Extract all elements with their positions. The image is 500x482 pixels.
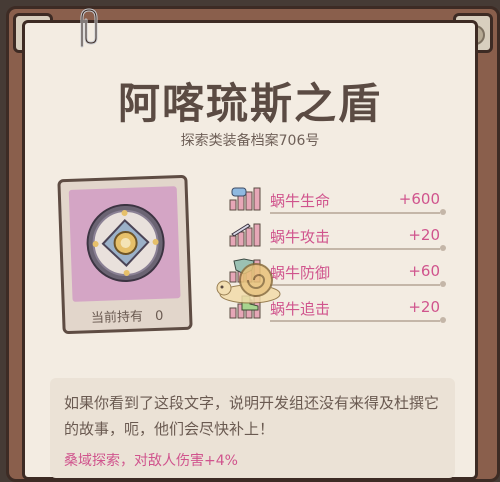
bonus-text: 桑域探索，对敌人伤害+4%: [64, 453, 238, 469]
owned-count: 0: [154, 308, 164, 324]
stat-value: +20: [408, 226, 440, 244]
description-box: 如果你看到了这段文字，说明开发组还没有来得及杜撰它的故事，呃，他们会尽快补上！ …: [50, 378, 455, 478]
owned-count-row: 当前持有 0: [65, 304, 190, 327]
card-artwork: [68, 186, 181, 302]
stat-value: +60: [408, 262, 440, 280]
stat-divider: [270, 281, 446, 287]
equipment-card[interactable]: 当前持有 0: [57, 174, 193, 335]
paperclip-icon: [80, 8, 98, 48]
stat-value: +20: [408, 298, 440, 316]
description-text: 如果你看到了这段文字，说明开发组还没有来得及杜撰它的故事，呃，他们会尽快补上！: [64, 394, 440, 438]
snail-mascot-icon: [216, 263, 281, 304]
stat-label: 蜗牛攻击: [270, 228, 331, 246]
stat-label: 蜗牛生命: [270, 192, 331, 210]
stat-value: +600: [398, 190, 440, 208]
owned-label: 当前持有: [90, 309, 144, 327]
sword-bars-icon: [229, 223, 261, 247]
stat-divider: [270, 317, 446, 323]
equipment-subtitle: 探索类装备档案706号: [180, 133, 320, 149]
stat-row-attack: 蜗牛攻击 +20: [228, 222, 448, 251]
stat-row-health: 蜗牛生命 +600: [228, 186, 448, 215]
heart-bars-icon: [229, 187, 261, 211]
achilles-shield-icon: [86, 203, 165, 282]
stat-divider: [270, 245, 446, 251]
stat-divider: [270, 209, 446, 215]
equipment-title: 阿喀琉斯之盾: [117, 79, 382, 128]
